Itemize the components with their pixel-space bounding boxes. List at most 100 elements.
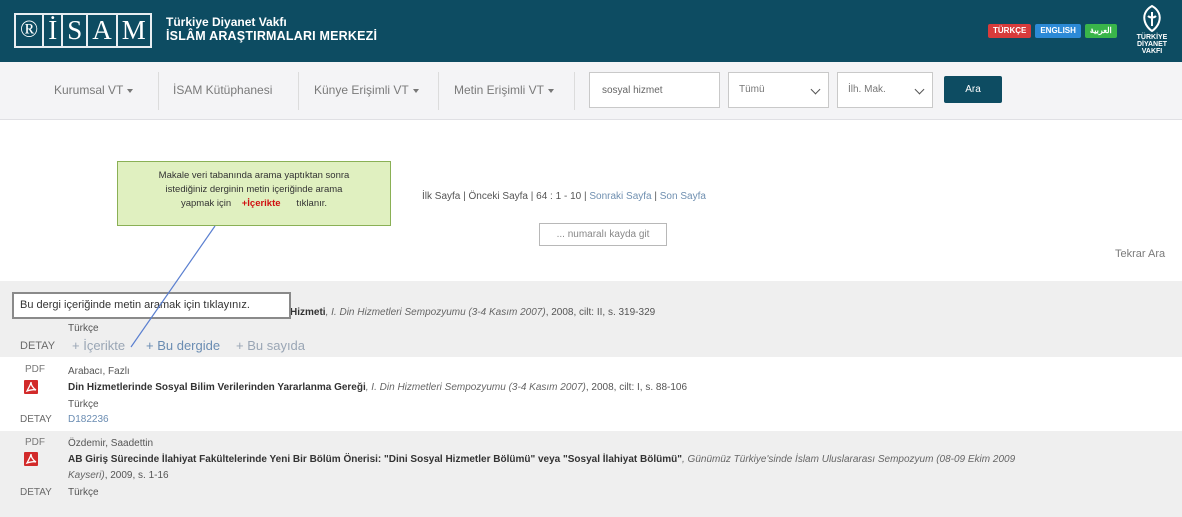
callout-highlight: +İçerikte: [241, 198, 281, 209]
record-code: D182236: [68, 414, 109, 425]
nav-divider: [298, 72, 299, 110]
callout-line1: Makale veri tabanında arama yaptıktan so…: [158, 170, 350, 181]
result-author: Özdemir, Saadettin: [68, 438, 154, 449]
instruction-callout: Makale veri tabanında arama yaptıktan so…: [117, 161, 391, 226]
chevron-down-icon: [810, 84, 821, 95]
title-highlight: Hizmet: [290, 307, 323, 318]
logo-letter: S: [63, 15, 89, 46]
next-page-link[interactable]: Sonraki Sayfa: [589, 191, 651, 202]
detay-link[interactable]: DETAY: [20, 487, 52, 498]
title-text: Din: [68, 382, 87, 393]
logo-letter: M: [121, 15, 146, 45]
lang-arabic-button[interactable]: العربية: [1084, 24, 1117, 38]
pdf-icon[interactable]: [24, 452, 38, 466]
nav-label: Künye Erişimli VT: [314, 83, 409, 97]
top-header: ® İ S A M Türkiye Diyanet Vakfı İSLÂM AR…: [0, 0, 1182, 62]
pager-sep: |: [651, 191, 660, 202]
source-highlight: Hizmet: [357, 307, 389, 318]
tekrar-ara-link[interactable]: Tekrar Ara: [1115, 248, 1165, 260]
pdf-label: PDF: [25, 364, 45, 375]
tdv-line1: TÜRKİYE: [1136, 34, 1168, 41]
nav-divider: [574, 72, 575, 110]
caret-down-icon: [127, 88, 134, 93]
scope-select[interactable]: Tümü: [728, 72, 829, 108]
title-highlight: Sosyal: [155, 382, 188, 393]
pager-sep: |: [528, 191, 537, 202]
nav-divider: [438, 72, 439, 110]
nav-label: İSAM Kütüphanesi: [173, 83, 273, 97]
title-text: AB Giriş Sürecinde İlahiyat Fakültelerin…: [68, 454, 411, 465]
logo-letter: A: [88, 15, 118, 46]
org-name: Türkiye Diyanet Vakfı İSLÂM ARAŞTIRMALAR…: [166, 15, 377, 43]
detay-link[interactable]: DETAY: [20, 340, 55, 352]
last-page-link[interactable]: Son Sayfa: [660, 191, 706, 202]
nav-kunye-erisimli-vt[interactable]: Künye Erişimli VT: [300, 62, 433, 120]
nav-label: Metin Erişimli VT: [454, 83, 545, 97]
caret-down-icon: [412, 88, 419, 93]
source-highlight: Hizmet: [397, 382, 429, 393]
title-highlight: Sosyal: [567, 454, 600, 465]
result-row: [0, 431, 1182, 517]
callout-text: tıklanır.: [296, 198, 328, 209]
bu-sayida-action[interactable]: + Bu sayıda: [236, 338, 305, 353]
chevron-down-icon: [914, 84, 925, 95]
tdv-logo[interactable]: TÜRKİYE DİYANET VAKFI: [1127, 4, 1177, 55]
source-text: leri Sempozyumu (3-4 Kasım 2007): [428, 382, 586, 393]
pdf-icon[interactable]: [24, 380, 38, 394]
result-details: , 2008, cilt: I, s. 88-106: [585, 382, 688, 393]
result-title[interactable]: Din Hizmetlerinde Sosyal Bilim Verilerin…: [68, 382, 687, 393]
result-details: , 2009, s. 1-16: [104, 470, 169, 481]
result-author: Arabacı, Fazlı: [68, 366, 130, 377]
category-select[interactable]: İlh. Mak.: [837, 72, 933, 108]
goto-record-input[interactable]: ... numaralı kayda git: [539, 223, 667, 246]
callout-line2: istediğiniz derginin metin içeriğinde ar…: [165, 184, 343, 195]
pdf-label: PDF: [25, 437, 45, 448]
title-highlight: Sosyal Hizmet: [410, 454, 479, 465]
result-row: [0, 358, 1182, 430]
result-details: , 2008, cilt: II, s. 319-329: [545, 307, 656, 318]
pager-sep: |: [460, 191, 469, 202]
title-text: İlahiyat Bölümü": [600, 454, 682, 465]
source-text: leri Sempozyumu (3-4 Kasım 2007): [388, 307, 546, 318]
nav-label: Kurumsal VT: [54, 83, 124, 97]
bu-dergide-action[interactable]: + Bu dergide: [146, 338, 220, 353]
tdv-emblem-icon: [1143, 4, 1161, 33]
source-text: Kayseri): [68, 470, 105, 481]
scope-select-value: Tümü: [739, 84, 765, 95]
result-title[interactable]: AB Giriş Sürecinde İlahiyat Fakültelerin…: [68, 454, 1015, 465]
detay-link[interactable]: DETAY: [20, 414, 52, 425]
logo-letter: İ: [44, 15, 64, 46]
title-text: Bilim Verilerinden Yararlanma Gereği: [187, 382, 366, 393]
tooltip: Bu dergi içeriğinde metin aramak için tı…: [12, 292, 291, 319]
org-name-line2: İSLÂM ARAŞTIRMALARI MERKEZİ: [166, 29, 378, 43]
logo-letter: ®: [16, 15, 45, 46]
nav-kurumsal-vt[interactable]: Kurumsal VT: [40, 62, 147, 120]
search-button[interactable]: Ara: [944, 76, 1002, 103]
result-language: Türkçe: [68, 323, 99, 334]
search-input[interactable]: [589, 72, 720, 108]
caret-down-icon: [548, 88, 555, 93]
callout-line3: yapmak için +İçerikte tıklanır.: [118, 197, 390, 211]
category-select-value: İlh. Mak.: [848, 84, 886, 95]
icerikte-action[interactable]: + İçerikte: [72, 338, 125, 353]
title-highlight: Hizmet: [86, 382, 120, 393]
lang-turkish-button[interactable]: TÜRKÇE: [988, 24, 1032, 38]
source-text: , I. Din: [325, 307, 358, 318]
lang-english-button[interactable]: ENGLISH: [1035, 24, 1081, 38]
tdv-line2: DİYANET VAKFI: [1136, 41, 1168, 55]
result-title[interactable]: Hizmeti, I. Din Hizmetleri Sempozyumu (3…: [290, 307, 655, 318]
pagination: İlk Sayfa | Önceki Sayfa | 64 : 1 - 10 |…: [422, 191, 706, 202]
language-switcher: TÜRKÇE ENGLISH العربية: [988, 24, 1117, 38]
prev-page-link[interactable]: Önceki Sayfa: [469, 191, 528, 202]
isam-logo[interactable]: ® İ S A M: [14, 13, 152, 48]
result-source-cont: Kayseri), 2009, s. 1-16: [68, 470, 169, 481]
title-text: lerinde: [119, 382, 156, 393]
page-info: 64 : 1 - 10: [536, 191, 582, 202]
title-text: ler Bölümü" veya ": [478, 454, 568, 465]
result-language: Türkçe: [68, 399, 99, 410]
org-name-line1: Türkiye Diyanet Vakfı: [166, 15, 287, 29]
nav-metin-erisimli-vt[interactable]: Metin Erişimli VT: [440, 62, 568, 120]
first-page-link[interactable]: İlk Sayfa: [422, 191, 460, 202]
nav-isam-kutuphanesi[interactable]: İSAM Kütüphanesi: [159, 62, 286, 120]
result-language: Türkçe: [68, 487, 99, 498]
